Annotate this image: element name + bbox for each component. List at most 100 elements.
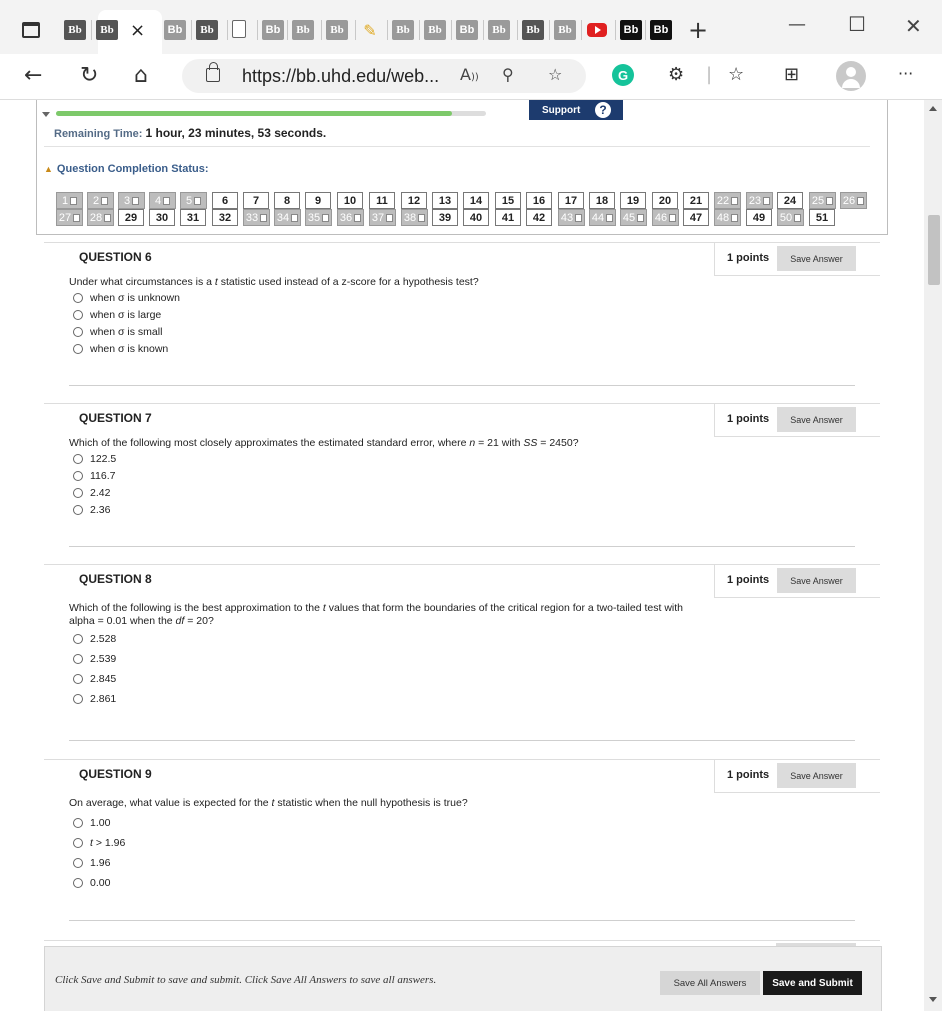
- answer-option[interactable]: 2.845: [73, 673, 116, 685]
- question-status-13[interactable]: 13: [432, 192, 458, 209]
- blackboard-tab-icon[interactable]: Bb: [424, 20, 446, 40]
- question-status-14[interactable]: 14: [463, 192, 489, 209]
- collections-icon[interactable]: ⊞: [784, 64, 799, 85]
- answer-option[interactable]: when σ is large: [73, 309, 161, 321]
- question-status-28[interactable]: 28: [87, 209, 114, 226]
- question-status-51[interactable]: 51: [809, 209, 835, 226]
- save-answer-button[interactable]: Save Answer: [777, 568, 856, 593]
- answer-option[interactable]: 2.539: [73, 653, 116, 665]
- save-and-submit-button[interactable]: Save and Submit: [763, 971, 862, 995]
- grammarly-extension-icon[interactable]: G: [612, 64, 634, 86]
- question-status-47[interactable]: 47: [683, 209, 709, 226]
- read-aloud-icon[interactable]: A)): [460, 65, 479, 84]
- question-status-22[interactable]: 22: [714, 192, 741, 209]
- question-status-44[interactable]: 44: [589, 209, 616, 226]
- extensions-icon[interactable]: ⚙: [668, 64, 684, 85]
- radio-button[interactable]: [73, 310, 83, 320]
- question-status-16[interactable]: 16: [526, 192, 552, 209]
- question-status-45[interactable]: 45: [620, 209, 647, 226]
- page-scrollbar[interactable]: [924, 100, 942, 1011]
- question-status-39[interactable]: 39: [432, 209, 458, 226]
- new-tab-button[interactable]: +: [688, 16, 708, 44]
- question-status-9[interactable]: 9: [305, 192, 331, 209]
- question-status-20[interactable]: 20: [652, 192, 678, 209]
- question-status-31[interactable]: 31: [180, 209, 206, 226]
- question-status-2[interactable]: 2: [87, 192, 114, 209]
- question-status-26[interactable]: 26: [840, 192, 867, 209]
- question-status-34[interactable]: 34: [274, 209, 301, 226]
- question-status-41[interactable]: 41: [495, 209, 521, 226]
- notes-tab-icon[interactable]: ✎: [360, 20, 380, 40]
- save-answer-button[interactable]: Save Answer: [777, 407, 856, 432]
- blackboard-tab-icon[interactable]: Bb: [326, 20, 348, 40]
- question-status-25[interactable]: 25: [809, 192, 836, 209]
- minimize-icon[interactable]: —: [788, 14, 806, 35]
- blackboard-tab-icon[interactable]: Bb: [488, 20, 510, 40]
- radio-button[interactable]: [73, 694, 83, 704]
- blackboard-tab-icon[interactable]: Bb: [650, 20, 672, 40]
- question-status-43[interactable]: 43: [558, 209, 585, 226]
- question-status-3[interactable]: 3: [118, 192, 145, 209]
- answer-option[interactable]: 2.861: [73, 693, 116, 705]
- question-status-35[interactable]: 35: [305, 209, 332, 226]
- question-status-21[interactable]: 21: [683, 192, 709, 209]
- answer-option[interactable]: 2.42: [73, 487, 110, 499]
- blackboard-tab-icon[interactable]: Bb: [164, 20, 186, 40]
- lock-icon[interactable]: [206, 62, 220, 82]
- question-status-38[interactable]: 38: [401, 209, 428, 226]
- question-status-33[interactable]: 33: [243, 209, 270, 226]
- radio-button[interactable]: [73, 634, 83, 644]
- answer-option[interactable]: 116.7: [73, 470, 116, 482]
- save-answer-button[interactable]: Save Answer: [777, 246, 856, 271]
- document-tab-icon[interactable]: [232, 20, 246, 38]
- support-button[interactable]: Support ?: [529, 100, 623, 120]
- question-status-29[interactable]: 29: [118, 209, 144, 226]
- question-status-1[interactable]: 1: [56, 192, 83, 209]
- window-menu-icon[interactable]: [22, 22, 40, 38]
- question-status-8[interactable]: 8: [274, 192, 300, 209]
- question-status-6[interactable]: 6: [212, 192, 238, 209]
- question-status-19[interactable]: 19: [620, 192, 646, 209]
- question-status-15[interactable]: 15: [495, 192, 521, 209]
- radio-button[interactable]: [73, 838, 83, 848]
- close-tab-icon[interactable]: ×: [130, 20, 145, 41]
- blackboard-tab-icon[interactable]: Bb: [96, 20, 118, 40]
- radio-button[interactable]: [73, 488, 83, 498]
- more-menu-icon[interactable]: ···: [898, 64, 913, 83]
- answer-option[interactable]: t > 1.96: [73, 837, 125, 849]
- question-status-30[interactable]: 30: [149, 209, 175, 226]
- question-status-42[interactable]: 42: [526, 209, 552, 226]
- question-status-11[interactable]: 11: [369, 192, 395, 209]
- question-status-7[interactable]: 7: [243, 192, 269, 209]
- blackboard-tab-icon[interactable]: Bb: [262, 20, 284, 40]
- close-window-icon[interactable]: ✕: [905, 14, 922, 38]
- answer-option[interactable]: when σ is known: [73, 343, 168, 355]
- question-status-23[interactable]: 23: [746, 192, 773, 209]
- maximize-icon[interactable]: ☐: [848, 12, 866, 36]
- radio-button[interactable]: [73, 471, 83, 481]
- favorite-add-icon[interactable]: ☆: [548, 65, 562, 84]
- answer-option[interactable]: 1.96: [73, 857, 110, 869]
- home-icon[interactable]: ⌂: [134, 63, 148, 88]
- question-status-50[interactable]: 50: [777, 209, 804, 226]
- question-status-40[interactable]: 40: [463, 209, 489, 226]
- question-status-10[interactable]: 10: [337, 192, 363, 209]
- question-status-18[interactable]: 18: [589, 192, 615, 209]
- radio-button[interactable]: [73, 858, 83, 868]
- profile-avatar[interactable]: [836, 61, 866, 91]
- scrollbar-thumb[interactable]: [928, 215, 940, 285]
- answer-option[interactable]: 2.36: [73, 504, 110, 516]
- blackboard-tab-icon[interactable]: Bb: [196, 20, 218, 40]
- url-field[interactable]: https://bb.uhd.edu/web... A)) ⚲ ☆: [182, 59, 586, 93]
- save-all-answers-button[interactable]: Save All Answers: [660, 971, 760, 995]
- radio-button[interactable]: [73, 818, 83, 828]
- save-answer-button[interactable]: Save Answer: [777, 763, 856, 788]
- question-status-49[interactable]: 49: [746, 209, 772, 226]
- question-completion-status-toggle[interactable]: ▲ Question Completion Status:: [44, 163, 208, 175]
- radio-button[interactable]: [73, 454, 83, 464]
- back-arrow-icon[interactable]: ←: [24, 63, 42, 88]
- radio-button[interactable]: [73, 293, 83, 303]
- question-status-27[interactable]: 27: [56, 209, 83, 226]
- collapse-arrow-icon[interactable]: [42, 112, 50, 117]
- question-status-24[interactable]: 24: [777, 192, 803, 209]
